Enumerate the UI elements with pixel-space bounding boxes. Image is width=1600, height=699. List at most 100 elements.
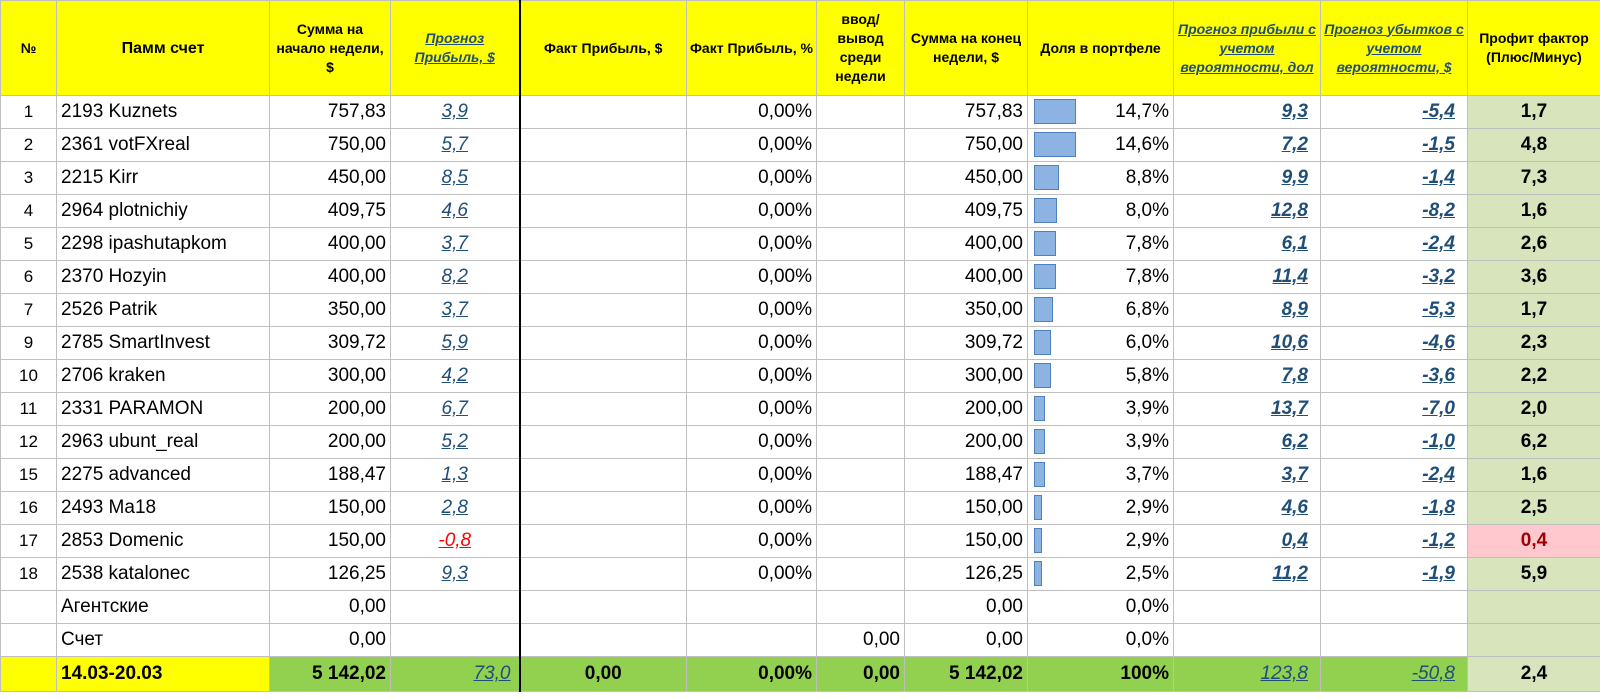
end-sum[interactable]: 409,75 <box>904 194 1028 228</box>
fact-profit-pct[interactable]: 0,00% <box>686 95 817 129</box>
forecast-loss-prob[interactable]: -5,3 <box>1320 293 1468 327</box>
deposit-withdraw[interactable] <box>816 161 905 195</box>
forecast-loss-prob[interactable]: -1,0 <box>1320 425 1468 459</box>
end-sum[interactable]: 450,00 <box>904 161 1028 195</box>
header-start-sum[interactable]: Сумма на начало недели, $ <box>269 0 391 96</box>
account-name[interactable]: 2298 ipashutapkom <box>56 227 270 261</box>
fact-profit-usd[interactable] <box>519 194 687 228</box>
forecast-profit[interactable] <box>390 623 521 657</box>
fact-profit-pct[interactable]: 0,00% <box>686 326 817 360</box>
portfolio-share[interactable]: 14,6% <box>1027 128 1174 162</box>
forecast-profit[interactable]: 3,9 <box>390 95 521 129</box>
forecast-profit[interactable]: 1,3 <box>390 458 521 492</box>
header-profit-factor[interactable]: Профит фактор (Плюс/Минус) <box>1467 0 1600 96</box>
forecast-profit-prob[interactable]: 7,2 <box>1173 128 1321 162</box>
forecast-profit[interactable]: 3,7 <box>390 293 521 327</box>
portfolio-share[interactable]: 14,7% <box>1027 95 1174 129</box>
profit-factor[interactable]: 6,2 <box>1467 425 1600 459</box>
forecast-loss-prob[interactable]: -2,4 <box>1320 458 1468 492</box>
total-profit-factor[interactable]: 2,4 <box>1467 656 1600 692</box>
account-name[interactable]: 2526 Patrik <box>56 293 270 327</box>
fact-profit-usd[interactable] <box>519 491 687 525</box>
forecast-loss-prob[interactable] <box>1320 590 1468 624</box>
profit-factor[interactable]: 1,7 <box>1467 95 1600 129</box>
forecast-profit[interactable]: 2,8 <box>390 491 521 525</box>
start-sum[interactable]: 188,47 <box>269 458 391 492</box>
deposit-withdraw[interactable] <box>816 227 905 261</box>
profit-factor[interactable]: 2,5 <box>1467 491 1600 525</box>
portfolio-share[interactable]: 3,9% <box>1027 425 1174 459</box>
account-name[interactable]: 2964 plotnichiy <box>56 194 270 228</box>
row-num[interactable]: 10 <box>0 359 57 393</box>
account-name[interactable]: 2706 kraken <box>56 359 270 393</box>
account-name[interactable]: 2361 votFXreal <box>56 128 270 162</box>
total-forecast-profit-prob[interactable]: 123,8 <box>1173 656 1321 692</box>
account-name[interactable]: Счет <box>56 623 270 657</box>
forecast-profit-prob[interactable] <box>1173 623 1321 657</box>
forecast-profit[interactable]: 8,5 <box>390 161 521 195</box>
forecast-loss-prob[interactable]: -2,4 <box>1320 227 1468 261</box>
deposit-withdraw[interactable] <box>816 392 905 426</box>
end-sum[interactable]: 0,00 <box>904 590 1028 624</box>
header-end-sum[interactable]: Сумма на конец недели, $ <box>904 0 1028 96</box>
fact-profit-usd[interactable] <box>519 425 687 459</box>
fact-profit-pct[interactable] <box>686 623 817 657</box>
start-sum[interactable]: 350,00 <box>269 293 391 327</box>
portfolio-share[interactable]: 0,0% <box>1027 590 1174 624</box>
end-sum[interactable]: 350,00 <box>904 293 1028 327</box>
forecast-profit-prob[interactable]: 11,2 <box>1173 557 1321 591</box>
forecast-profit-prob[interactable]: 6,1 <box>1173 227 1321 261</box>
forecast-profit[interactable]: 4,2 <box>390 359 521 393</box>
fact-profit-usd[interactable] <box>519 227 687 261</box>
end-sum[interactable]: 0,00 <box>904 623 1028 657</box>
deposit-withdraw[interactable] <box>816 590 905 624</box>
account-name[interactable]: 2538 katalonec <box>56 557 270 591</box>
start-sum[interactable]: 757,83 <box>269 95 391 129</box>
account-name[interactable]: 2331 PARAMON <box>56 392 270 426</box>
forecast-profit-prob[interactable]: 3,7 <box>1173 458 1321 492</box>
fact-profit-pct[interactable]: 0,00% <box>686 557 817 591</box>
total-forecast[interactable]: 73,0 <box>390 656 521 692</box>
start-sum[interactable]: 150,00 <box>269 524 391 558</box>
row-num[interactable]: 9 <box>0 326 57 360</box>
end-sum[interactable]: 150,00 <box>904 491 1028 525</box>
deposit-withdraw[interactable] <box>816 557 905 591</box>
fact-profit-usd[interactable] <box>519 359 687 393</box>
header-portfolio-share[interactable]: Доля в портфеле <box>1027 0 1174 96</box>
forecast-loss-prob[interactable]: -4,6 <box>1320 326 1468 360</box>
portfolio-share[interactable]: 6,8% <box>1027 293 1174 327</box>
forecast-profit-prob[interactable]: 8,9 <box>1173 293 1321 327</box>
forecast-loss-prob[interactable]: -1,4 <box>1320 161 1468 195</box>
account-name[interactable]: 2193 Kuznets <box>56 95 270 129</box>
end-sum[interactable]: 309,72 <box>904 326 1028 360</box>
forecast-profit[interactable]: 5,2 <box>390 425 521 459</box>
total-fact-usd[interactable]: 0,00 <box>519 656 687 692</box>
total-start-sum[interactable]: 5 142,02 <box>269 656 391 692</box>
end-sum[interactable]: 150,00 <box>904 524 1028 558</box>
start-sum[interactable]: 450,00 <box>269 161 391 195</box>
row-num[interactable]: 16 <box>0 491 57 525</box>
fact-profit-pct[interactable]: 0,00% <box>686 128 817 162</box>
portfolio-share[interactable]: 2,9% <box>1027 491 1174 525</box>
start-sum[interactable]: 300,00 <box>269 359 391 393</box>
end-sum[interactable]: 400,00 <box>904 260 1028 294</box>
forecast-loss-prob[interactable]: -1,9 <box>1320 557 1468 591</box>
account-name[interactable]: Агентские <box>56 590 270 624</box>
deposit-withdraw[interactable] <box>816 524 905 558</box>
forecast-profit[interactable]: -0,8 <box>390 524 521 558</box>
deposit-withdraw[interactable] <box>816 194 905 228</box>
deposit-withdraw[interactable] <box>816 95 905 129</box>
forecast-loss-prob[interactable]: -7,0 <box>1320 392 1468 426</box>
fact-profit-pct[interactable]: 0,00% <box>686 392 817 426</box>
forecast-loss-prob[interactable]: -8,2 <box>1320 194 1468 228</box>
portfolio-share[interactable]: 7,8% <box>1027 227 1174 261</box>
forecast-profit-prob[interactable]: 9,3 <box>1173 95 1321 129</box>
forecast-loss-prob[interactable]: -3,6 <box>1320 359 1468 393</box>
forecast-profit[interactable]: 4,6 <box>390 194 521 228</box>
forecast-profit[interactable]: 9,3 <box>390 557 521 591</box>
profit-factor[interactable]: 2,6 <box>1467 227 1600 261</box>
forecast-profit[interactable] <box>390 590 521 624</box>
start-sum[interactable]: 200,00 <box>269 392 391 426</box>
forecast-profit[interactable]: 6,7 <box>390 392 521 426</box>
fact-profit-usd[interactable] <box>519 524 687 558</box>
